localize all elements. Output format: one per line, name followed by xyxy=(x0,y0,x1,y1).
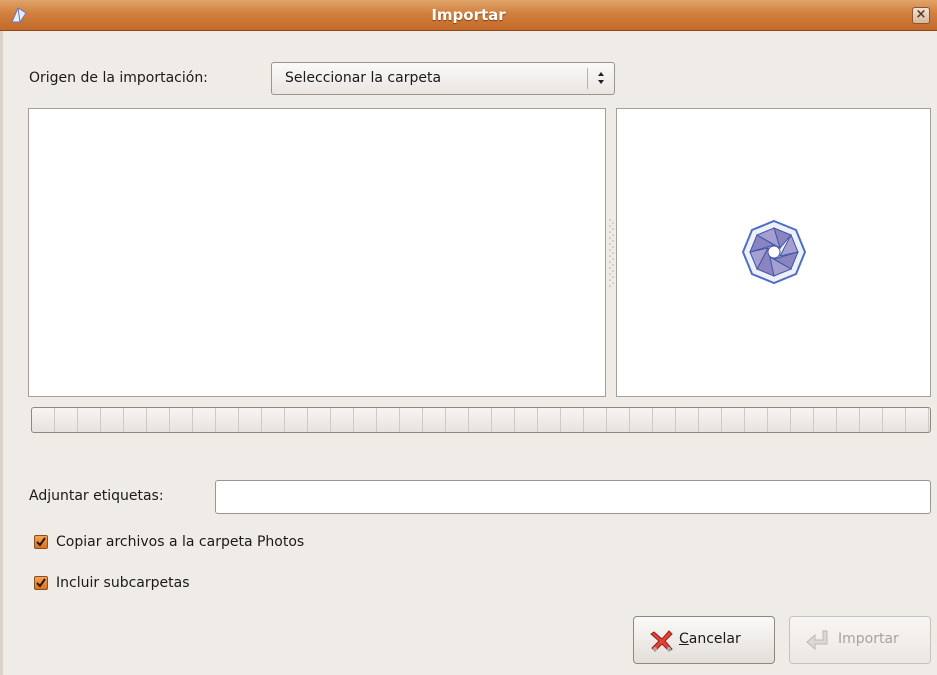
cancel-x-icon xyxy=(650,630,673,652)
include-subfolders-label: Incluir subcarpetas xyxy=(56,575,190,591)
window-border xyxy=(0,31,3,675)
attach-tags-label: Adjuntar etiquetas: xyxy=(29,488,164,504)
import-arrow-icon xyxy=(806,630,828,651)
camera-aperture-icon xyxy=(741,219,807,285)
import-source-combo[interactable]: Seleccionar la carpeta xyxy=(271,62,615,95)
close-button[interactable]: × xyxy=(912,7,930,24)
import-source-label: Origen de la importación: xyxy=(29,70,208,86)
pane-resize-handle[interactable] xyxy=(606,216,616,288)
import-button[interactable]: Importar xyxy=(789,616,931,664)
attach-tags-input[interactable] xyxy=(215,480,931,514)
import-source-value: Seleccionar la carpeta xyxy=(285,70,442,86)
copy-files-option[interactable]: Copiar archivos a la carpeta Photos xyxy=(34,532,304,552)
copy-files-checkbox[interactable] xyxy=(34,535,48,549)
checkmark-icon xyxy=(36,537,46,547)
photo-list-pane[interactable] xyxy=(28,108,606,397)
include-subfolders-checkbox[interactable] xyxy=(34,576,48,590)
copy-files-label: Copiar archivos a la carpeta Photos xyxy=(56,534,305,550)
title-bar: Importar × xyxy=(0,0,937,31)
cancel-label: Cancelar xyxy=(679,631,741,647)
up-down-arrows-icon xyxy=(598,72,604,84)
window-title: Importar xyxy=(431,6,506,24)
combo-separator xyxy=(587,68,588,89)
import-progress-bar xyxy=(31,407,931,433)
checkmark-icon xyxy=(36,578,46,588)
import-label: Importar xyxy=(838,631,899,647)
include-subfolders-option[interactable]: Incluir subcarpetas xyxy=(34,573,190,593)
close-icon: × xyxy=(915,7,927,22)
cancel-button[interactable]: Cancelar xyxy=(633,616,775,664)
